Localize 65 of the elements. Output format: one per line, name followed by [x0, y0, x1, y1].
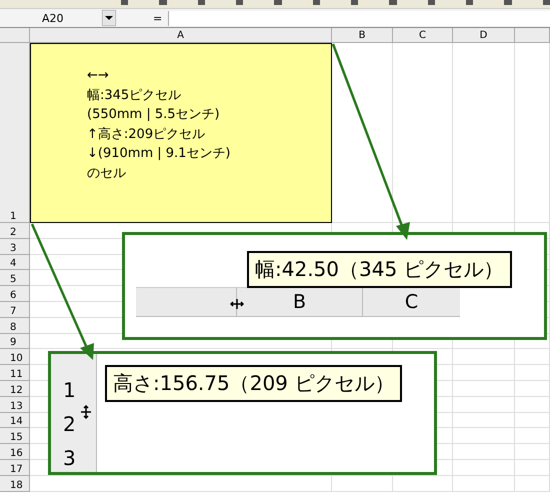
row-header[interactable]: 17 — [0, 460, 30, 476]
grid-cell — [515, 460, 550, 476]
grid-cell — [515, 444, 550, 460]
column-header: C — [363, 287, 460, 317]
row-header[interactable]: 10 — [0, 349, 30, 366]
grid-cell — [453, 476, 515, 492]
row-header: 2 — [63, 411, 76, 436]
grid-cell — [453, 380, 515, 397]
row-header[interactable]: 1 — [0, 43, 30, 223]
row-header[interactable]: 8 — [0, 318, 30, 334]
row-header[interactable]: 3 — [0, 238, 30, 255]
row-header[interactable]: 5 — [0, 270, 30, 286]
grid-cell — [453, 349, 515, 366]
grid-cell — [515, 428, 550, 444]
grid-cell — [515, 412, 550, 428]
column-header[interactable]: C — [393, 28, 453, 43]
resize-cursor-icon — [230, 299, 244, 309]
row-header[interactable]: 14 — [0, 412, 30, 428]
formula-field[interactable] — [168, 10, 550, 26]
row-header[interactable]: 13 — [0, 396, 30, 413]
toolbar-icon[interactable] — [234, 0, 244, 6]
toolbar-icon[interactable] — [503, 0, 512, 6]
toolbar-icon[interactable] — [542, 0, 550, 6]
grid-cell — [515, 380, 550, 397]
grid-cell — [453, 428, 515, 444]
grid-cell — [453, 412, 515, 428]
row-header[interactable]: 6 — [0, 286, 30, 302]
grid-cell — [515, 365, 550, 381]
row-header[interactable]: 2 — [0, 223, 30, 239]
toolbar-icon[interactable] — [273, 0, 282, 6]
column-header[interactable]: D — [453, 28, 515, 43]
grid-cell — [453, 396, 515, 413]
toolbar-icon[interactable] — [158, 0, 167, 6]
toolbar-icon[interactable] — [350, 0, 358, 6]
resize-cursor-icon — [81, 405, 91, 419]
row-header[interactable]: 18 — [0, 476, 30, 492]
toolbar-icon[interactable] — [120, 0, 128, 6]
width-tooltip: 幅:42.50（345 ピクセル） — [247, 251, 512, 288]
row-header: 1 — [63, 377, 76, 402]
grid-cell — [453, 365, 515, 381]
grid-cell — [515, 349, 550, 366]
grid-cell — [453, 444, 515, 460]
toolbar-icon[interactable] — [312, 0, 320, 6]
height-tooltip: 高さ:156.75（209 ピクセル） — [105, 365, 402, 402]
row-header: 3 — [63, 445, 76, 470]
column-header[interactable]: A — [30, 28, 332, 43]
grid-cell — [453, 460, 515, 476]
row-header[interactable]: 12 — [0, 380, 30, 397]
toolbar-icon[interactable] — [426, 0, 435, 6]
grid-cell — [515, 476, 550, 492]
row-header[interactable]: 9 — [0, 334, 30, 350]
grid-cell — [515, 396, 550, 413]
note-cell: ←→ 幅:345ピクセル (550mm | 5.5センチ) ↑高さ:209ピクセル ↓(910mm | 9.1センチ) のセル — [30, 43, 332, 223]
row-header[interactable]: 4 — [0, 254, 30, 270]
toolbar-icon[interactable] — [388, 0, 397, 6]
column-header[interactable]: B — [332, 28, 393, 43]
row-header[interactable]: 16 — [0, 444, 30, 460]
dropdown-icon[interactable] — [102, 10, 116, 26]
row-header[interactable]: 7 — [0, 302, 30, 318]
formula-equals: = — [153, 12, 162, 24]
row-header[interactable]: 15 — [0, 428, 30, 444]
row-header[interactable]: 11 — [0, 365, 30, 381]
toolbar-icon[interactable] — [196, 0, 205, 6]
toolbar-icon[interactable] — [464, 0, 474, 6]
column-header: B — [237, 287, 363, 317]
